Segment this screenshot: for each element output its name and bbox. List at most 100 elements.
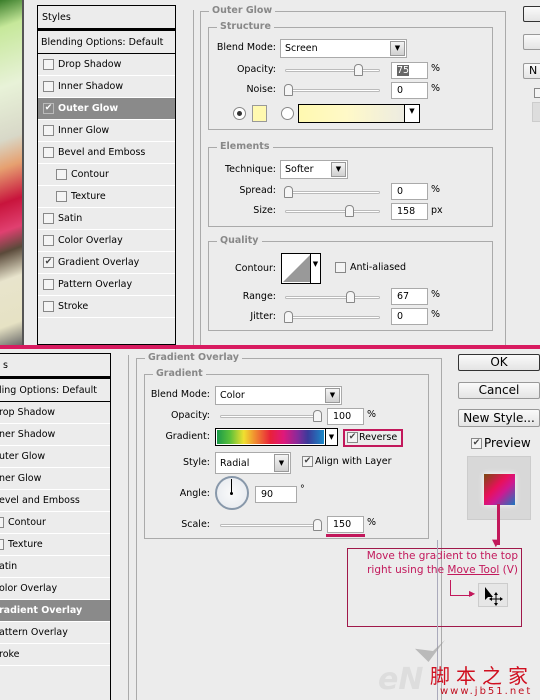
style-item[interactable]: ✔ Outer Glow <box>38 98 175 120</box>
style-item[interactable]: Pattern Overlay <box>38 274 175 296</box>
style-item-label: attern Overlay <box>0 627 68 638</box>
size-slider-thumb[interactable] <box>345 205 354 217</box>
reverse-box[interactable]: ✔ <box>347 432 358 443</box>
checkbox-icon[interactable] <box>43 125 54 136</box>
go-scale-slider[interactable] <box>220 519 322 531</box>
opacity-value: 75 <box>397 65 410 76</box>
size-unit: px <box>431 205 443 216</box>
annotation-line-2: right using the Move Tool (V) <box>350 563 518 577</box>
align-with-layer-checkbox[interactable]: ✔ Align with Layer <box>302 456 392 467</box>
go-scale-input[interactable]: 150 <box>327 516 364 533</box>
glow-color-swatch[interactable] <box>252 105 267 122</box>
style-item[interactable]: Contour <box>38 164 175 186</box>
opacity-input[interactable]: 75 <box>391 62 428 79</box>
opacity-slider-thumb[interactable] <box>354 64 363 76</box>
style-item[interactable]: ✔ Gradient Overlay <box>38 252 175 274</box>
checkbox-icon[interactable] <box>56 191 67 202</box>
gradient-radio[interactable] <box>281 107 294 120</box>
style-item[interactable]: Inner Glow <box>38 120 175 142</box>
checkbox-icon[interactable] <box>43 59 54 70</box>
glow-gradient-picker[interactable]: ▼ <box>298 104 420 123</box>
checkbox-icon[interactable] <box>43 301 54 312</box>
style-item[interactable]: rop Shadow <box>0 402 110 424</box>
checkbox-icon[interactable] <box>43 279 54 290</box>
style-item[interactable]: Texture <box>38 186 175 208</box>
angle-dial[interactable] <box>215 476 249 510</box>
style-item[interactable]: Stroke <box>38 296 175 318</box>
checkbox-checked-icon[interactable]: ✔ <box>43 103 54 114</box>
style-item[interactable]: Texture <box>0 534 110 556</box>
contour-linear-icon <box>283 255 310 282</box>
style-item[interactable]: evel and Emboss <box>0 490 110 512</box>
noise-slider[interactable] <box>284 84 380 96</box>
style-item[interactable]: atin <box>0 556 110 578</box>
go-style-select[interactable]: Radial ▼ <box>215 452 291 474</box>
style-item[interactable]: Bevel and Emboss <box>38 142 175 164</box>
jitter-slider[interactable] <box>284 311 380 323</box>
go-scale-slider-thumb[interactable] <box>313 519 322 531</box>
go-blend-mode-select[interactable]: Color ▼ <box>215 386 342 405</box>
style-item-label: Contour <box>8 517 46 528</box>
anti-aliased-checkbox[interactable]: Anti-aliased <box>335 262 406 273</box>
style-item[interactable]: olor Overlay <box>0 578 110 600</box>
go-opacity-input[interactable]: 100 <box>327 408 364 425</box>
ok-button[interactable]: OK <box>458 354 540 371</box>
new-style-button-top[interactable]: N <box>523 63 540 79</box>
align-box[interactable]: ✔ <box>302 456 313 467</box>
jitter-input[interactable]: 0 <box>391 308 428 325</box>
style-item[interactable]: roke <box>0 644 110 666</box>
range-slider-thumb[interactable] <box>346 291 355 303</box>
go-scale-unit: % <box>367 517 377 528</box>
style-item[interactable]: Inner Shadow <box>38 76 175 98</box>
range-slider[interactable] <box>285 291 380 303</box>
new-style-button[interactable]: New Style... <box>458 409 540 427</box>
go-opacity-slider[interactable] <box>220 410 322 422</box>
style-item[interactable]: Satin <box>38 208 175 230</box>
blend-mode-select[interactable]: Screen ▼ <box>280 39 407 58</box>
spread-input[interactable]: 0 <box>391 183 428 200</box>
checkbox-icon[interactable] <box>43 81 54 92</box>
annotation-line-2-prefix: right using the <box>367 564 448 576</box>
anti-aliased-box[interactable] <box>335 262 346 273</box>
solid-color-radio[interactable] <box>233 107 246 120</box>
spread-slider-thumb[interactable] <box>284 186 293 198</box>
blending-options-item[interactable]: Blending Options: Default <box>38 30 175 54</box>
opacity-slider[interactable] <box>285 64 380 76</box>
cancel-button-top[interactable] <box>523 34 540 50</box>
range-input[interactable]: 67 <box>391 288 428 305</box>
style-item[interactable]: uter Glow <box>0 446 110 468</box>
checkbox-icon[interactable] <box>43 213 54 224</box>
style-item[interactable]: ner Glow <box>0 468 110 490</box>
ok-button-top[interactable] <box>523 6 540 22</box>
checkbox-checked-icon[interactable]: ✔ <box>43 257 54 268</box>
style-item[interactable]: attern Overlay <box>0 622 110 644</box>
style-item[interactable]: ner Shadow <box>0 424 110 446</box>
technique-select[interactable]: Softer ▼ <box>280 160 348 179</box>
style-item[interactable]: Color Overlay <box>38 230 175 252</box>
blending-options-item-bottom[interactable]: ling Options: Default <box>0 378 110 402</box>
preview-checkbox[interactable]: ✔ Preview <box>471 436 531 450</box>
noise-slider-thumb[interactable] <box>284 84 293 96</box>
checkbox-icon[interactable] <box>0 517 4 528</box>
reverse-checkbox[interactable]: ✔ Reverse <box>347 432 397 443</box>
checkbox-icon[interactable] <box>0 539 4 550</box>
checkbox-icon[interactable] <box>56 169 67 180</box>
go-angle-input[interactable]: 90 <box>255 486 297 503</box>
style-item[interactable]: Drop Shadow <box>38 54 175 76</box>
size-input[interactable]: 158 <box>391 203 428 220</box>
watermark-butterfly-icon <box>415 640 445 662</box>
go-opacity-slider-thumb[interactable] <box>313 410 322 422</box>
style-item[interactable]: Contour <box>0 512 110 534</box>
preview-checkbox-top[interactable] <box>534 88 540 98</box>
contour-picker[interactable]: ▼ <box>281 253 321 284</box>
style-item[interactable]: radient Overlay <box>0 600 110 622</box>
cancel-button[interactable]: Cancel <box>458 382 540 399</box>
checkbox-icon[interactable] <box>43 147 54 158</box>
jitter-slider-thumb[interactable] <box>284 311 293 323</box>
go-gradient-picker[interactable]: ▼ <box>215 428 338 446</box>
noise-input[interactable]: 0 <box>391 82 428 99</box>
checkbox-icon[interactable] <box>43 235 54 246</box>
preview-box[interactable]: ✔ <box>471 437 482 449</box>
size-slider[interactable] <box>285 205 380 217</box>
spread-slider[interactable] <box>284 186 380 198</box>
